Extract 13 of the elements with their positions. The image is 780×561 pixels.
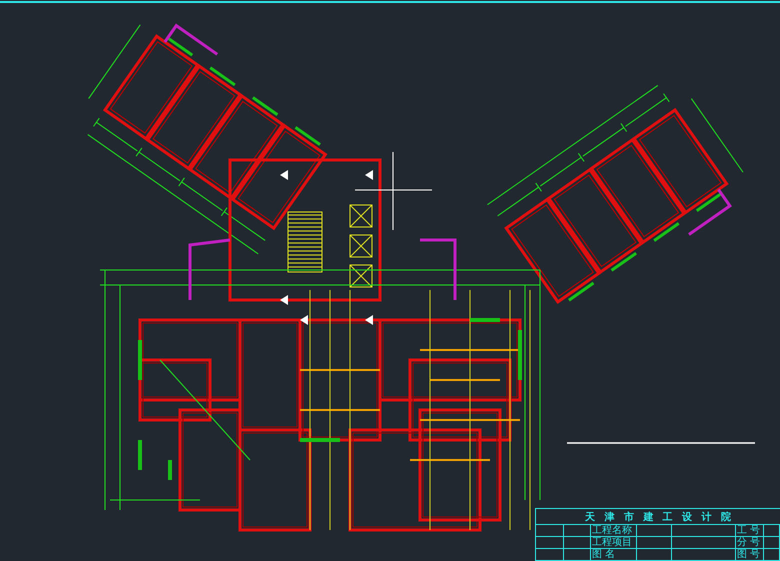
title-block-heading: 天 津 市 建 工 设 计 院 [536,509,780,525]
title-block-cell [564,525,591,537]
title-block-label: 工 号 [736,525,764,537]
title-block-label: 图 号 [736,549,764,561]
title-block-cell [637,537,672,549]
title-block-label: 图 名 [591,549,637,561]
title-block-label: 工程名称 [591,525,637,537]
title-block-cell [672,537,736,549]
title-block-label: 分 号 [736,537,764,549]
title-block-cell [564,537,591,549]
title-block-label: 工程项目 [591,537,637,549]
title-block-cell [637,525,672,537]
title-block-cell [672,525,736,537]
